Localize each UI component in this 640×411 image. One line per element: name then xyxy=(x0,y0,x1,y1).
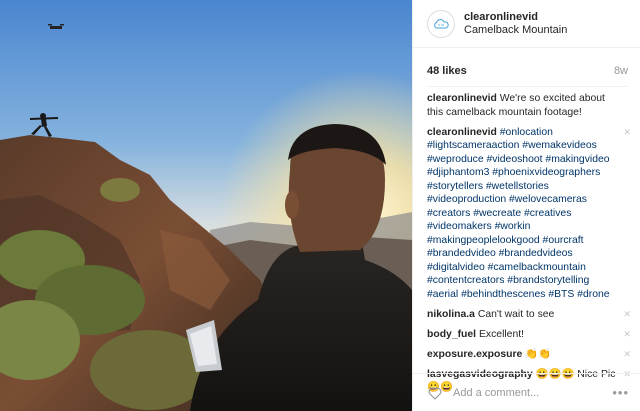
comment-item: nikolina.a Can't wait to see ✕ xyxy=(427,308,631,322)
comment-username[interactable]: nikolina.a xyxy=(427,309,475,320)
comment-item: exposure.exposure 👏👏 ✕ xyxy=(427,348,631,362)
hashtag-comment: clearonlinevid #onlocation #lightscamera… xyxy=(427,126,631,302)
post-header: clearonlinevid Camelback Mountain xyxy=(413,0,640,48)
comment-text: Excellent! xyxy=(478,328,525,340)
header-username[interactable]: clearonlinevid xyxy=(464,11,567,24)
close-icon[interactable]: ✕ xyxy=(623,328,631,342)
close-icon[interactable]: ✕ xyxy=(623,348,631,362)
likes-count[interactable]: 48 likes xyxy=(427,65,467,77)
header-location[interactable]: Camelback Mountain xyxy=(464,24,567,37)
cloud-logo-icon xyxy=(434,18,449,28)
comment-username[interactable]: exposure.exposure xyxy=(427,349,522,360)
post-sidebar: clearonlinevid Camelback Mountain 48 lik… xyxy=(412,0,640,411)
hashtag-list[interactable]: #onlocation #lightscameraaction #wemakev… xyxy=(427,127,610,300)
comments-list: clearonlinevid We're so excited about th… xyxy=(427,92,631,401)
close-icon[interactable]: ✕ xyxy=(623,126,631,140)
post-age[interactable]: 8w xyxy=(614,65,628,77)
close-icon[interactable]: ✕ xyxy=(623,308,631,322)
add-comment-input[interactable]: Add a comment... xyxy=(453,387,612,399)
post-photo[interactable] xyxy=(0,0,412,411)
caption-comment: clearonlinevid We're so excited about th… xyxy=(427,92,628,119)
comment-username[interactable]: clearonlinevid xyxy=(427,93,497,104)
comment-username[interactable]: body_fuel xyxy=(427,329,476,340)
comment-text: 👏👏 xyxy=(525,348,552,360)
photo-scene xyxy=(0,0,412,411)
comment-username[interactable]: clearonlinevid xyxy=(427,127,497,138)
likes-row: 48 likes 8w xyxy=(427,64,628,78)
profile-avatar[interactable] xyxy=(427,9,455,38)
divider xyxy=(427,86,628,87)
more-options-icon[interactable]: ••• xyxy=(612,385,640,400)
heart-icon[interactable] xyxy=(427,385,443,401)
instagram-post: clearonlinevid Camelback Mountain 48 lik… xyxy=(0,0,640,411)
comment-item: body_fuel Excellent! ✕ xyxy=(427,328,631,342)
add-comment-row: Add a comment... ••• xyxy=(413,373,640,411)
header-text: clearonlinevid Camelback Mountain xyxy=(464,11,567,37)
comment-text: Can't wait to see xyxy=(477,308,555,320)
